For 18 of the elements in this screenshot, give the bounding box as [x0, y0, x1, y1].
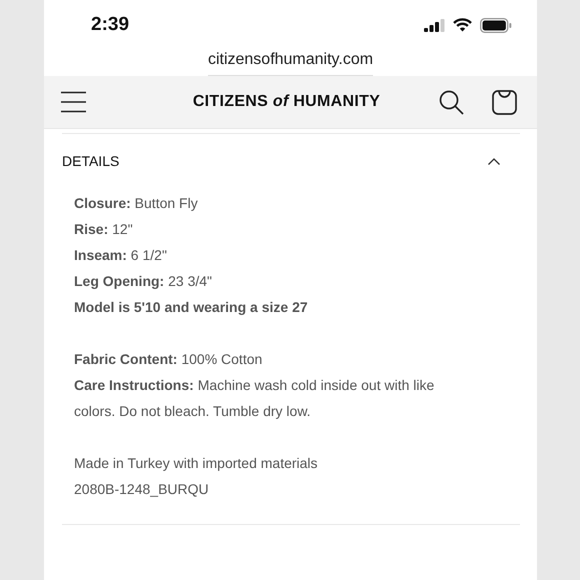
menu-icon[interactable]: [61, 91, 86, 113]
brand-logo[interactable]: CITIZENS of HUMANITY: [192, 93, 380, 111]
detail-text: Inseam: 6 1/2": [74, 246, 168, 265]
detail-text: Made in Turkey with imported materials: [74, 454, 319, 473]
detail-text: Leg Opening: 23 3/4": [74, 272, 214, 291]
detail-text: Fabric Content: 100% Cotton: [74, 350, 264, 369]
signal-icon: [424, 18, 445, 32]
detail-text: Care Instructions: Machine wash cold inside out with like colors. Do not bleach. Tumble dry low.: [74, 376, 436, 421]
detail-text: Model is 5'10 and wearing a size 27: [74, 298, 309, 317]
battery-icon: [480, 18, 512, 32]
detail-text: Closure: Button Fly: [74, 194, 199, 213]
details-accordion-header[interactable]: DETAILS: [62, 134, 520, 188]
detail-text: Rise: 12": [74, 220, 134, 239]
detail-text: 2080B-1248_BURQU: [74, 480, 210, 499]
clock-time: 2:39: [91, 14, 130, 36]
wifi-icon: [453, 18, 472, 32]
shopping-bag-icon[interactable]: [492, 90, 517, 114]
search-icon[interactable]: [439, 90, 464, 114]
